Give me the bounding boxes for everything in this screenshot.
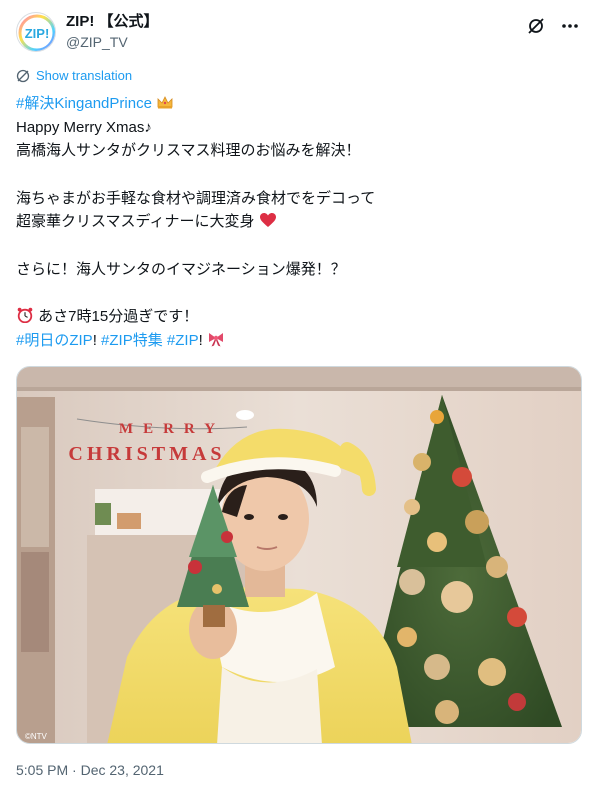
avatar-logo: ZIP! (18, 14, 55, 51)
show-translation-label: Show translation (36, 68, 133, 83)
heart-icon (259, 213, 276, 228)
crown-icon (157, 96, 173, 109)
globe-icon (16, 69, 30, 82)
sign-merry: MERRY (119, 421, 225, 437)
hashtag-separator: ! (92, 331, 102, 349)
more-icon[interactable] (558, 14, 582, 38)
tweet-timestamp[interactable]: 5:05 PM · Dec 23, 2021 (16, 762, 164, 778)
tweet-line: 海ちゃまがお手軽な食材や調理済み食材でをデコって (16, 189, 376, 207)
tweet-line: さらに！海人サンタのイマジネーション爆発！？ (16, 260, 346, 278)
ribbon-icon (208, 332, 223, 347)
hashtag-link[interactable]: #ZIP (167, 332, 199, 349)
svg-text:ZIP!: ZIP! (25, 26, 50, 41)
tweet-line: 超豪華クリスマスディナーに大変身 (16, 213, 255, 231)
hashtag-link[interactable]: #ZIP特集 (101, 332, 163, 349)
photo-credit: ©NTV (25, 732, 48, 741)
tweet-line: Happy Merry Xmas♪ (16, 118, 152, 136)
tweet-text: #解決KingandPrince Happy Merry Xmas♪ 高橋海人サ… (16, 92, 582, 353)
display-name[interactable]: ZIP! 【公式】 (66, 12, 159, 32)
grok-icon[interactable] (524, 14, 548, 38)
tweet-line: あさ7時15分過ぎです！ (38, 308, 199, 326)
hashtag-separator: ! (198, 331, 203, 349)
tweet-photo[interactable]: MERRY CHRISTMAS ©NTV (16, 366, 582, 744)
avatar[interactable]: ZIP! (16, 12, 56, 52)
sign-christmas: CHRISTMAS (68, 443, 225, 465)
hashtag-link[interactable]: #解決KingandPrince (16, 95, 152, 112)
show-translation-link[interactable]: Show translation (16, 68, 132, 83)
alarm-clock-icon (17, 307, 33, 324)
tweet-header: ZIP! ZIP! 【公式】 @ZIP_TV (16, 10, 582, 56)
handle[interactable]: @ZIP_TV (66, 32, 159, 52)
hashtag-link[interactable]: #明日のZIP (16, 332, 93, 349)
photo-scene: MERRY CHRISTMAS ©NTV (17, 367, 581, 743)
tweet-line: 高橋海人サンタがクリスマス料理のお悩みを解決！ (16, 142, 361, 160)
